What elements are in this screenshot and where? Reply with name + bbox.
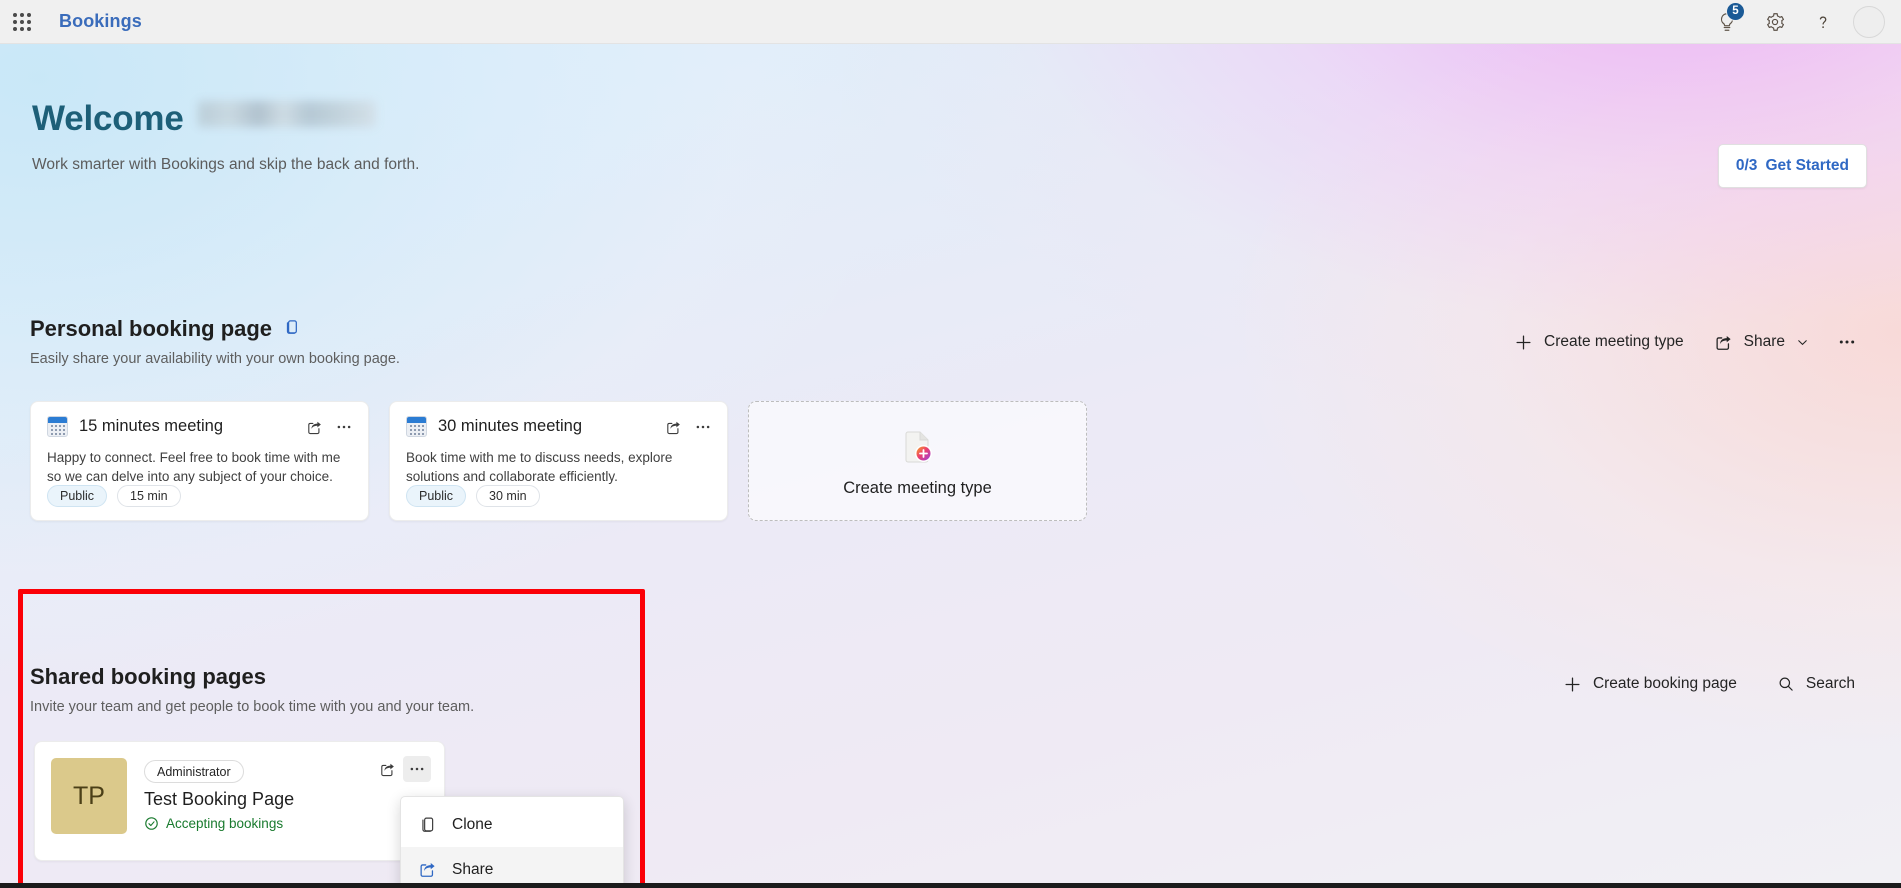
- user-name-redacted: [197, 101, 376, 127]
- app-bar-actions: 5: [1703, 0, 1901, 44]
- duration-chip: 15 min: [117, 485, 181, 507]
- meeting-card-title: 15 minutes meeting: [79, 417, 223, 435]
- gear-icon: [1767, 12, 1785, 31]
- bottom-bar: [0, 883, 1901, 888]
- personal-more-options-button[interactable]: [1827, 324, 1867, 360]
- share-meeting-button[interactable]: [300, 414, 328, 440]
- new-document-icon: [895, 425, 941, 471]
- create-meeting-type-card-label: Create meeting type: [843, 478, 992, 497]
- personal-booking-title: Personal booking page: [30, 316, 273, 341]
- share-icon: [666, 421, 680, 434]
- top-app-bar: Bookings 5: [0, 0, 1901, 44]
- duration-chip: 30 min: [476, 485, 540, 507]
- bookings-app-window: Bookings 5 Welcome Work smarter with Boo…: [0, 0, 1901, 888]
- help-button[interactable]: [1799, 0, 1847, 44]
- booking-page-context-menu: Clone Share Manage mem: [400, 796, 624, 888]
- welcome-heading-row: Welcome: [32, 99, 376, 139]
- notification-badge: 5: [1726, 1, 1745, 21]
- page-background: Welcome Work smarter with Bookings and s…: [0, 44, 1901, 888]
- ellipsis-icon: [1839, 340, 1855, 344]
- meeting-type-cards: 15 minutes meeting Happy to connect. Fee…: [30, 401, 1087, 521]
- personal-booking-subtitle: Easily share your availability with your…: [30, 351, 400, 367]
- share-icon: [380, 763, 394, 776]
- booking-page-name: Test Booking Page: [144, 789, 295, 809]
- visibility-chip: Public: [406, 485, 467, 507]
- chevron-down-icon: [1798, 339, 1807, 345]
- shared-booking-actions: Create booking page Search: [1551, 666, 1867, 702]
- check-circle-icon: [145, 817, 158, 830]
- calendar-icon: [47, 416, 68, 437]
- page-title: Welcome: [32, 99, 376, 139]
- personal-booking-section-header: Personal booking page Easily share your …: [30, 316, 400, 367]
- status-badge: Accepting bookings: [144, 816, 294, 831]
- ellipsis-icon: [337, 425, 351, 429]
- grid-icon: [13, 12, 31, 31]
- share-meeting-button[interactable]: [659, 414, 687, 440]
- booking-page-more-options-button[interactable]: [403, 756, 431, 782]
- meeting-more-options-button[interactable]: [330, 414, 358, 440]
- context-menu-item-clone[interactable]: Clone: [401, 802, 623, 847]
- welcome-subtitle: Work smarter with Bookings and skip the …: [32, 156, 420, 173]
- create-booking-page-button[interactable]: Create booking page: [1551, 666, 1749, 702]
- search-label: Search: [1805, 675, 1855, 692]
- personal-booking-actions: Create meeting type Share: [1502, 324, 1867, 360]
- plus-icon: [1516, 334, 1531, 350]
- share-icon: [1716, 335, 1731, 350]
- question-mark-icon: [1819, 16, 1827, 28]
- context-menu-item-label: Clone: [452, 815, 493, 833]
- share-icon: [420, 863, 435, 877]
- app-title[interactable]: Bookings: [59, 11, 142, 32]
- meeting-card-chips: Public 15 min: [47, 485, 181, 507]
- share-personal-button[interactable]: Share: [1702, 324, 1821, 360]
- visibility-chip: Public: [47, 485, 108, 507]
- settings-button[interactable]: [1751, 0, 1799, 44]
- share-booking-page-button[interactable]: [373, 756, 401, 782]
- create-booking-page-label: Create booking page: [1592, 675, 1737, 692]
- context-menu-item-share[interactable]: Share: [401, 847, 623, 888]
- create-meeting-type-label: Create meeting type: [1544, 333, 1684, 350]
- avatar[interactable]: [1853, 5, 1885, 38]
- search-icon: [1779, 677, 1793, 691]
- meeting-card-chips: Public 30 min: [406, 485, 540, 507]
- meeting-card-title: 30 minutes meeting: [438, 417, 582, 435]
- shared-booking-section-header: Shared booking pages Invite your team an…: [30, 664, 474, 715]
- meeting-more-options-button[interactable]: [689, 414, 717, 440]
- role-badge: Administrator: [144, 760, 244, 783]
- booking-page-card-actions: [373, 756, 431, 782]
- meeting-type-card[interactable]: 15 minutes meeting Happy to connect. Fee…: [30, 401, 369, 521]
- search-button[interactable]: Search: [1765, 666, 1867, 702]
- get-started-label: Get Started: [1765, 157, 1849, 174]
- meeting-card-actions: [659, 414, 717, 440]
- meeting-card-actions: [300, 414, 358, 440]
- get-started-progress: 0/3: [1735, 157, 1758, 174]
- meeting-card-description: Happy to connect. Feel free to book time…: [47, 450, 341, 485]
- shared-booking-page-card[interactable]: TP Administrator Test Booking Page Accep…: [34, 741, 445, 861]
- page-content: Welcome Work smarter with Bookings and s…: [0, 44, 1901, 888]
- ellipsis-icon: [696, 425, 710, 429]
- whats-new-button[interactable]: 5: [1703, 0, 1751, 44]
- ellipsis-icon: [410, 767, 424, 771]
- booking-page-avatar: TP: [51, 758, 127, 834]
- shared-booking-subtitle: Invite your team and get people to book …: [30, 699, 475, 715]
- welcome-text: Welcome: [32, 99, 184, 138]
- personal-booking-title-row: Personal booking page: [30, 316, 400, 342]
- context-menu-item-label: Share: [452, 860, 494, 878]
- app-launcher-button[interactable]: [7, 7, 37, 37]
- plus-icon: [1565, 676, 1580, 692]
- copy-link-icon[interactable]: [283, 316, 301, 342]
- share-personal-label: Share: [1743, 333, 1785, 350]
- shared-booking-title: Shared booking pages: [30, 664, 266, 689]
- meeting-card-description: Book time with me to discuss needs, expl…: [406, 450, 673, 485]
- share-icon: [307, 421, 321, 434]
- status-text: Accepting bookings: [166, 816, 284, 831]
- clone-icon: [422, 817, 434, 832]
- get-started-button[interactable]: 0/3 Get Started: [1717, 144, 1867, 188]
- create-meeting-type-button[interactable]: Create meeting type: [1502, 324, 1696, 360]
- calendar-icon: [406, 416, 427, 437]
- meeting-type-card[interactable]: 30 minutes meeting Book time with me to …: [389, 401, 728, 521]
- booking-page-details: Administrator Test Booking Page Acceptin…: [144, 758, 294, 844]
- create-meeting-type-card[interactable]: Create meeting type: [748, 401, 1087, 521]
